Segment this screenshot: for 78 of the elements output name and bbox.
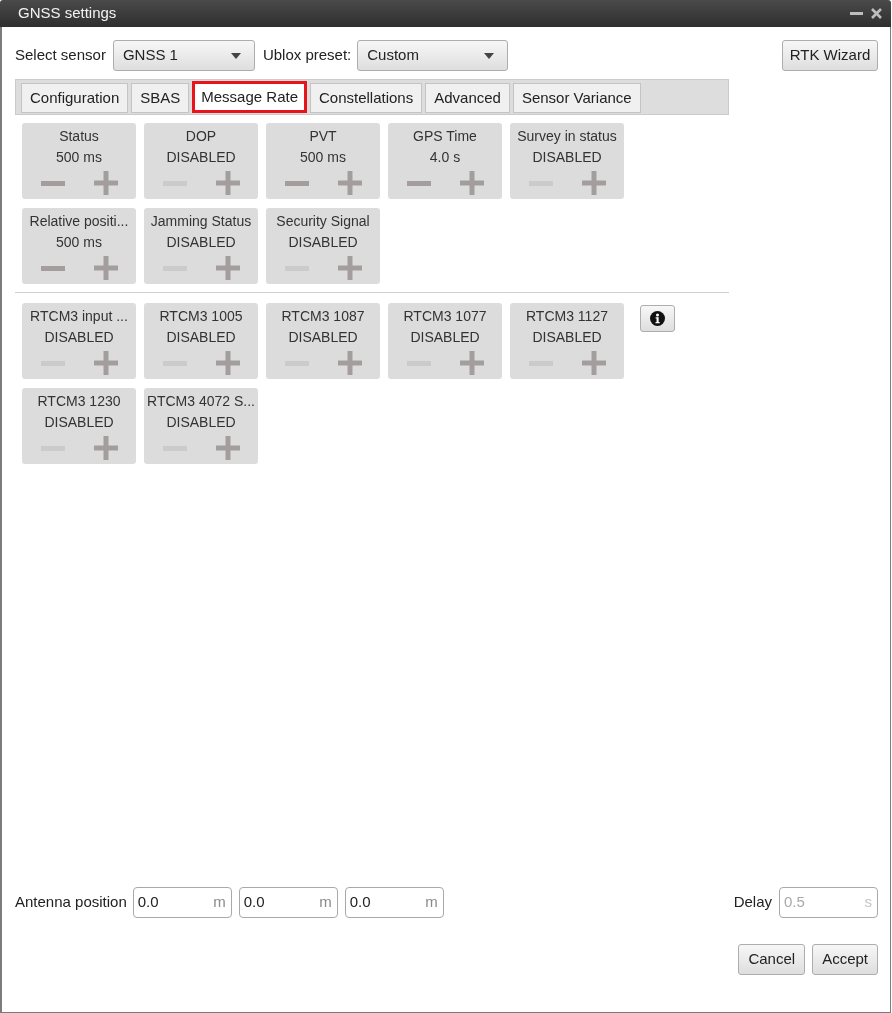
plus-icon[interactable] <box>215 171 240 195</box>
message-name: Jamming Status <box>150 212 252 231</box>
rate-value: DISABLED <box>166 233 236 252</box>
message-name: RTCM3 1087 <box>281 307 365 326</box>
message-name: Security Signal <box>276 212 370 231</box>
tab[interactable]: Constellations <box>310 83 423 113</box>
caret-icon <box>230 52 241 59</box>
rate-value: 500 ms <box>56 148 102 167</box>
preset-dropdown[interactable]: Custom <box>357 40 509 71</box>
unit-label: m <box>213 892 226 913</box>
rate-value: 500 ms <box>56 233 102 252</box>
plus-icon[interactable] <box>581 351 606 375</box>
plus-icon[interactable] <box>93 436 118 460</box>
sensor-dropdown[interactable]: GNSS 1 <box>112 40 255 71</box>
message-name: Relative positi... <box>29 212 129 231</box>
dialog-button[interactable]: Cancel <box>738 944 806 975</box>
rate-value: DISABLED <box>288 328 358 347</box>
plus-icon[interactable] <box>459 351 484 375</box>
minimize-icon[interactable] <box>850 12 863 15</box>
rate-value: DISABLED <box>166 328 236 347</box>
minus-icon[interactable] <box>40 265 65 271</box>
rate-value: DISABLED <box>166 148 236 167</box>
rate-value: 500 ms <box>300 148 346 167</box>
preset-label: Ublox preset: <box>262 45 352 66</box>
plus-icon[interactable] <box>581 171 606 195</box>
delay-label: Delay <box>733 892 772 913</box>
message-name: GPS Time <box>413 127 477 146</box>
rate-value: DISABLED <box>166 413 236 432</box>
tab[interactable]: SBAS <box>131 83 190 113</box>
message-name: RTCM3 4072 S... <box>147 392 255 411</box>
message-name: DOP <box>185 127 217 146</box>
rate-value: DISABLED <box>44 413 114 432</box>
message-name: RTCM3 1005 <box>159 307 243 326</box>
close-icon[interactable] <box>871 8 882 19</box>
unit-label: m <box>425 892 438 913</box>
plus-icon[interactable] <box>215 351 240 375</box>
tab[interactable]: Message Rate <box>192 81 307 113</box>
window-title: GNSS settings <box>18 3 117 24</box>
position-field[interactable]: 0.0 m <box>344 887 444 918</box>
plus-icon[interactable] <box>93 256 118 280</box>
message-name: RTCM3 input ... <box>30 307 128 326</box>
message-name: RTCM3 1077 <box>403 307 487 326</box>
minus-icon[interactable] <box>284 180 309 186</box>
message-name: Survey in status <box>517 127 617 146</box>
rate-value: DISABLED <box>288 233 358 252</box>
message-name: RTCM3 1127 <box>526 307 608 326</box>
plus-icon[interactable] <box>215 436 240 460</box>
plus-icon[interactable] <box>337 256 362 280</box>
message-name: PVT <box>309 127 337 146</box>
minus-icon[interactable] <box>406 180 431 186</box>
rate-value: DISABLED <box>532 148 602 167</box>
tab[interactable]: Sensor Variance <box>512 83 641 113</box>
rate-value: DISABLED <box>44 328 114 347</box>
plus-icon[interactable] <box>93 171 118 195</box>
rate-value: DISABLED <box>532 328 602 347</box>
position-field[interactable]: 0.0 m <box>238 887 338 918</box>
sensor-label: Select sensor <box>15 45 106 66</box>
dialog-button[interactable]: Accept <box>812 944 878 975</box>
plus-icon[interactable] <box>93 351 118 375</box>
rtk-wizard-button[interactable]: RTK Wizard <box>782 40 878 71</box>
info-button[interactable] <box>640 305 675 332</box>
tab[interactable]: Configuration <box>21 83 129 113</box>
message-name: Status <box>59 127 99 146</box>
rate-value: DISABLED <box>410 328 480 347</box>
unit-label: m <box>319 892 332 913</box>
info-icon <box>650 311 665 326</box>
plus-icon[interactable] <box>459 171 484 195</box>
tab[interactable]: Advanced <box>425 83 510 113</box>
caret-icon <box>484 52 495 59</box>
message-name: RTCM3 1230 <box>37 392 121 411</box>
plus-icon[interactable] <box>215 256 240 280</box>
plus-icon[interactable] <box>337 171 362 195</box>
minus-icon[interactable] <box>40 180 65 186</box>
position-field[interactable]: 0.0 m <box>132 887 232 918</box>
antenna-position-label: Antenna position <box>15 892 127 913</box>
rate-value: 4.0 s <box>429 148 461 167</box>
unit-label: s <box>864 892 872 913</box>
plus-icon[interactable] <box>337 351 362 375</box>
